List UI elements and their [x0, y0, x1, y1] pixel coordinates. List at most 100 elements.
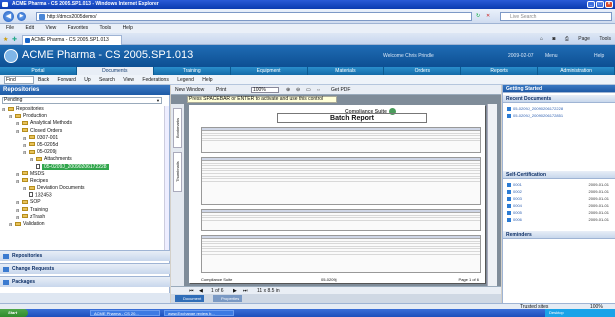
expand-icon[interactable]: ⊟: [23, 142, 26, 149]
expand-icon[interactable]: ⊟: [16, 199, 19, 206]
nav-administration[interactable]: Administration: [538, 67, 615, 75]
tree-item[interactable]: ⊟ Attachments: [2, 156, 164, 163]
up-button[interactable]: Up: [84, 77, 90, 83]
expand-icon[interactable]: ⊟: [16, 207, 19, 214]
tree-item[interactable]: ⊟ Validation: [2, 221, 164, 228]
fit-page-icon[interactable]: ▭: [306, 85, 311, 95]
self-cert-id[interactable]: 0006: [507, 217, 522, 222]
expand-icon[interactable]: ⊟: [16, 171, 19, 178]
nav-documents[interactable]: Documents: [76, 67, 154, 75]
getting-started-header[interactable]: Getting Started: [503, 85, 615, 93]
filter-select[interactable]: Pending: [2, 97, 162, 104]
expand-icon[interactable]: ⊟: [23, 185, 26, 192]
expand-icon[interactable]: ⊟: [16, 128, 19, 135]
url-input[interactable]: http://dmcs2005demo/: [36, 12, 472, 21]
self-cert-row[interactable]: 0006 2009-01-01: [507, 217, 611, 223]
section-packages[interactable]: Packages: [0, 276, 170, 287]
expand-icon[interactable]: ⊟: [2, 106, 5, 113]
tab-properties[interactable]: Properties: [213, 295, 243, 302]
get-pdf-button[interactable]: Get PDF: [331, 85, 350, 95]
tree-item[interactable]: ⊟ MSDS: [2, 171, 164, 178]
find-input[interactable]: Find: [4, 76, 34, 84]
browser-tab[interactable]: ACME Pharma - CS 2005.SP1.013: [22, 35, 122, 45]
zoom-out-icon[interactable]: ⊖: [296, 85, 300, 95]
back-button[interactable]: Back: [38, 77, 49, 83]
tree-item[interactable]: ⊟ 05-0209j: [2, 149, 164, 156]
self-cert-row[interactable]: 0003 2009-01-01: [507, 196, 611, 202]
add-favorites-icon[interactable]: ✚: [12, 36, 17, 43]
recent-document-link[interactable]: 05-0209J_20090206172851: [507, 113, 563, 118]
self-cert-row[interactable]: 0001 2009-01-01: [507, 182, 611, 188]
minimize-button[interactable]: _: [587, 1, 595, 8]
viewer-scrollbar[interactable]: [487, 104, 497, 286]
self-cert-id[interactable]: 0004: [507, 203, 522, 208]
expand-icon[interactable]: ⊟: [23, 135, 26, 142]
header-help-link[interactable]: Help: [594, 53, 604, 59]
back-icon[interactable]: ◀: [3, 11, 14, 22]
expand-icon[interactable]: ⊟: [16, 120, 19, 127]
refresh-icon[interactable]: ↻: [476, 13, 480, 19]
nav-portal[interactable]: Portal: [0, 67, 77, 75]
legend-button[interactable]: Legend: [177, 77, 194, 83]
activation-notice[interactable]: Press SPACEBAR or ENTER to activate and …: [187, 96, 337, 103]
nav-training[interactable]: Training: [154, 67, 231, 75]
nav-reports[interactable]: Reports: [461, 67, 539, 75]
forward-icon[interactable]: ▶: [17, 12, 26, 21]
menu-tools[interactable]: Tools: [99, 25, 111, 31]
zoom-in-icon[interactable]: ⊕: [286, 85, 290, 95]
tree-item[interactable]: ⊟ Deviation Documents: [2, 185, 164, 192]
print-icon[interactable]: ⎙: [565, 36, 569, 42]
taskbar-exchange-button[interactable]: www.Exchange review b...: [164, 310, 234, 316]
self-cert-row[interactable]: 0004 2009-01-01: [507, 203, 611, 209]
tree-item[interactable]: ⊟ Production: [2, 113, 164, 120]
tab-document[interactable]: Document: [175, 295, 205, 302]
self-cert-id[interactable]: 0002: [507, 189, 522, 194]
self-cert-id[interactable]: 0005: [507, 210, 522, 215]
close-button[interactable]: ×: [605, 1, 613, 8]
self-cert-id[interactable]: 0001: [507, 182, 522, 187]
expand-icon[interactable]: ⊟: [16, 178, 19, 185]
menu-view[interactable]: View: [45, 25, 56, 31]
feeds-icon[interactable]: ◙: [552, 36, 555, 42]
expand-icon[interactable]: ⊟: [30, 156, 33, 163]
menu-edit[interactable]: Edit: [25, 25, 34, 31]
tools-menu[interactable]: Tools: [599, 36, 611, 42]
self-cert-id[interactable]: 0003: [507, 196, 522, 201]
page-menu[interactable]: Page: [578, 36, 590, 42]
tree-item[interactable]: 05-0209J_20090206172228: [2, 163, 164, 171]
tree-item[interactable]: ⊟ zTrash: [2, 214, 164, 221]
expand-icon[interactable]: ⊟: [9, 221, 12, 228]
tree-item[interactable]: ⊟ 0307-001: [2, 135, 164, 142]
home-icon[interactable]: ⌂: [540, 36, 543, 42]
tree-item[interactable]: ⊟ 05-0205d: [2, 142, 164, 149]
menu-favorites[interactable]: Favorites: [68, 25, 89, 31]
tree-item[interactable]: ⊟ Training: [2, 207, 164, 214]
expand-icon[interactable]: ⊟: [23, 149, 26, 156]
forward-button[interactable]: Forward: [58, 77, 76, 83]
expand-icon[interactable]: ⊟: [16, 214, 19, 221]
thumbnails-tab[interactable]: Thumbnails: [173, 152, 182, 192]
help-button[interactable]: Help: [202, 77, 212, 83]
tree-item[interactable]: ⊟ Analytical Methods: [2, 120, 164, 127]
menu-help[interactable]: Help: [123, 25, 133, 31]
federations-button[interactable]: Federations: [142, 77, 168, 83]
menu-file[interactable]: File: [6, 25, 14, 31]
zoom-select[interactable]: 100%: [251, 87, 279, 93]
tree-item[interactable]: ⊟ Recipes: [2, 178, 164, 185]
tree-item[interactable]: ⊟ Closed Orders: [2, 128, 164, 135]
tree-item[interactable]: ⊟ Repositories: [2, 106, 164, 113]
nav-equipment[interactable]: Equipment: [231, 67, 308, 75]
start-button[interactable]: Start: [0, 309, 28, 317]
favorites-star-icon[interactable]: ★: [3, 36, 8, 43]
print-button[interactable]: Print: [216, 85, 226, 95]
header-menu-link[interactable]: Menu: [545, 53, 558, 59]
tree-item[interactable]: ⊟ SOP: [2, 199, 164, 206]
tree-scrollbar[interactable]: [164, 106, 169, 256]
self-cert-row[interactable]: 0005 2009-01-01: [507, 210, 611, 216]
section-change-requests[interactable]: Change Requests: [0, 263, 170, 274]
maximize-button[interactable]: □: [596, 1, 604, 8]
recent-document-link[interactable]: 05-0209J_20090206172228: [507, 106, 563, 111]
search-input[interactable]: Live Search: [500, 12, 612, 21]
self-cert-row[interactable]: 0002 2009-01-01: [507, 189, 611, 195]
stop-icon[interactable]: ✕: [486, 13, 490, 19]
